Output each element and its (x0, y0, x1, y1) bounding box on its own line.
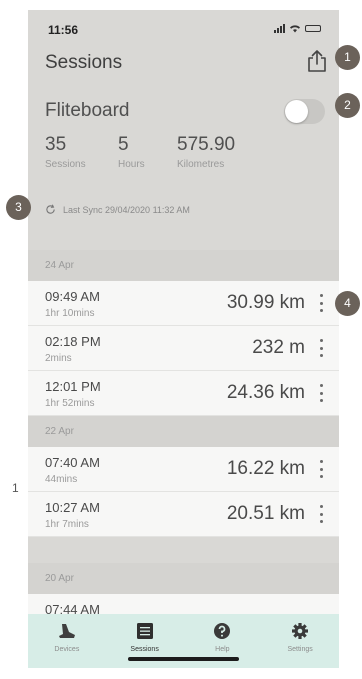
battery-icon (305, 25, 321, 32)
callout-marker-1: 1 (335, 45, 360, 70)
side-label: 1 (12, 481, 19, 495)
more-options-icon[interactable] (317, 339, 325, 357)
date-header: 24 Apr (28, 250, 339, 281)
callout-marker-2: 2 (335, 93, 360, 118)
session-distance: 24.36 km (226, 382, 305, 403)
signal-icon (274, 24, 285, 33)
more-options-icon[interactable] (317, 294, 325, 312)
date-header: 22 Apr (28, 416, 339, 447)
gear-icon (292, 623, 309, 639)
stat-kilometres: 575.90 Kilometres (177, 134, 235, 170)
stat-value: 35 (45, 134, 67, 155)
board-name: Fliteboard (45, 100, 130, 121)
callout-marker-4: 4 (335, 291, 360, 316)
session-distance: 20.51 km (226, 503, 305, 524)
stat-value: 575.90 (177, 134, 236, 155)
session-row[interactable]: 07:40 AM 44mins 16.22 km (28, 447, 339, 492)
session-duration: 1hr 52mins (45, 398, 95, 409)
tab-label: Devices (54, 646, 80, 653)
session-time: 07:40 AM (45, 455, 100, 470)
session-distance: 16.22 km (226, 458, 305, 479)
callout-marker-3: 3 (6, 195, 31, 220)
tab-label: Help (215, 646, 230, 653)
tab-devices[interactable]: Devices (28, 614, 106, 668)
wifi-icon (290, 25, 300, 33)
session-time: 09:49 AM (45, 289, 100, 304)
date-header: 20 Apr (28, 563, 339, 594)
stat-hours: 5 Hours (118, 134, 145, 170)
session-time: 10:27 AM (45, 500, 100, 515)
session-time: 02:18 PM (45, 334, 101, 349)
session-duration: 1hr 7mins (45, 519, 89, 530)
board-icon (58, 624, 75, 638)
sync-status[interactable]: Last Sync 29/04/2020 11:32 AM (45, 204, 190, 215)
list-icon (136, 623, 153, 639)
session-time: 12:01 PM (45, 379, 101, 394)
session-duration: 1hr 10mins (45, 308, 95, 319)
more-options-icon[interactable] (317, 505, 325, 523)
session-row[interactable]: 10:27 AM 1hr 7mins 20.51 km (28, 492, 339, 537)
stat-label: Hours (118, 159, 145, 170)
status-time: 11:56 (48, 23, 79, 37)
toggle-knob (285, 100, 308, 123)
stat-label: Kilometres (177, 159, 225, 170)
session-duration: 2mins (45, 353, 72, 364)
page-title: Sessions (45, 52, 123, 73)
sync-icon[interactable] (45, 204, 56, 215)
tab-label: Settings (287, 646, 313, 653)
status-icons (274, 24, 321, 33)
more-options-icon[interactable] (317, 460, 325, 478)
session-distance: 30.99 km (226, 292, 305, 313)
help-icon (214, 623, 231, 639)
sync-text: Last Sync 29/04/2020 11:32 AM (63, 204, 190, 215)
session-distance: 232 m (252, 337, 305, 358)
tab-label: Sessions (130, 646, 159, 653)
tab-settings[interactable]: Settings (261, 614, 339, 668)
board-toggle[interactable] (284, 99, 325, 124)
session-row[interactable]: 09:49 AM 1hr 10mins 30.99 km (28, 281, 339, 326)
stat-sessions: 35 Sessions (45, 134, 86, 170)
session-row[interactable]: 02:18 PM 2mins 232 m (28, 326, 339, 371)
status-bar: 11:56 (28, 10, 339, 46)
stat-label: Sessions (45, 159, 86, 170)
session-row[interactable]: 12:01 PM 1hr 52mins 24.36 km (28, 371, 339, 416)
session-duration: 44mins (45, 474, 78, 485)
more-options-icon[interactable] (317, 384, 325, 402)
home-indicator (128, 657, 239, 661)
share-icon[interactable] (306, 49, 328, 73)
phone-screen: 11:56 Sessions Fliteboard 35 Sessions 5 … (28, 10, 339, 668)
stat-value: 5 (118, 134, 129, 155)
